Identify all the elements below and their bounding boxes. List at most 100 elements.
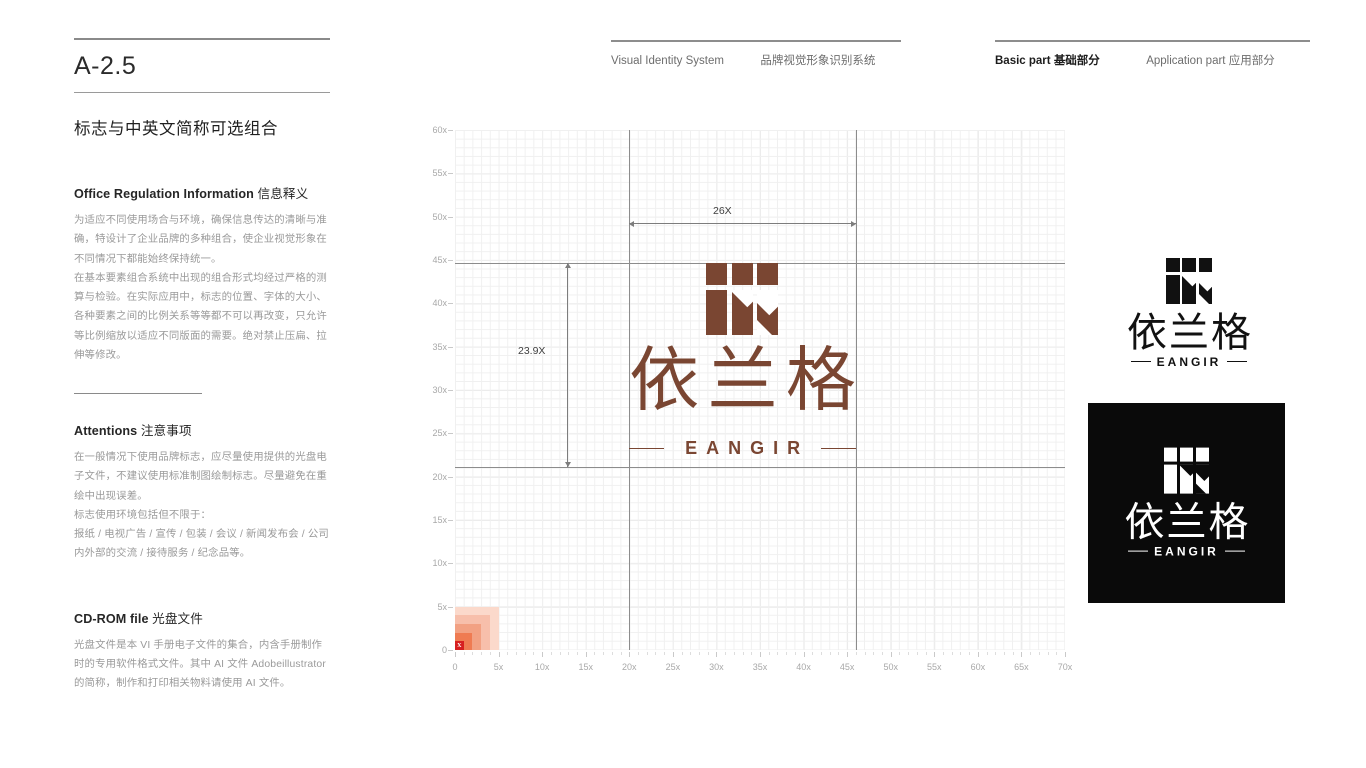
brand-wordmark-en: EANGIR <box>1156 354 1222 369</box>
y-axis-tick <box>448 130 453 131</box>
eangir-grid-mark <box>706 263 779 336</box>
header-tab-basic-cn: 基础部分 <box>1053 55 1100 67</box>
x-axis-label: 20x <box>622 662 637 672</box>
y-axis-tick <box>448 433 453 435</box>
x-axis-tick <box>977 652 979 657</box>
x-axis-tick <box>507 652 509 655</box>
section-title: 标志与中英文简称可选组合 <box>74 120 278 138</box>
logo-lockup-brown: 依 兰 格 EANGIR <box>629 263 856 467</box>
y-axis-label: 50x <box>432 211 447 222</box>
block-heading: Office Regulation Information 信息释义 <box>74 183 330 202</box>
brand-char-2: 兰 <box>1166 499 1207 546</box>
block-heading-cn: 注意事项 <box>137 424 192 438</box>
header-tab-application-part[interactable]: Application part 应用部分 <box>1146 52 1274 68</box>
x-axis-tick <box>542 652 544 657</box>
x-axis-tick <box>672 652 674 657</box>
x-axis-tick <box>725 652 727 655</box>
header-row: Visual Identity System 品牌视觉形象识别系统 <box>611 52 901 68</box>
y-axis-tick <box>448 650 453 651</box>
block-body: 为适应不同使用场合与环境，确保信息传达的清晰与准确，特设计了企业品牌的多种组合，… <box>74 211 330 365</box>
mark-cell-tm <box>1182 258 1196 272</box>
x-axis-tick <box>777 652 779 655</box>
x-axis-label: 55x <box>927 662 942 672</box>
brand-char-1: 依 <box>1124 499 1165 546</box>
x-axis-tick <box>916 652 918 655</box>
mark-notch-br-lower <box>1198 292 1212 304</box>
x-axis-tick <box>829 652 831 655</box>
x-axis-tick <box>899 652 901 655</box>
y-axis-tick <box>448 303 453 305</box>
x-axis-tick <box>855 652 857 655</box>
x-axis-tick <box>1021 652 1023 657</box>
x-axis-tick <box>986 652 988 655</box>
brand-wordmark-en-row: EANGIR <box>629 438 856 459</box>
paragraph: 报纸 / 电视广告 / 宣传 / 包装 / 会议 / 新闻发布会 / 公司内外部… <box>74 529 329 560</box>
y-axis-tick <box>448 520 453 521</box>
y-axis-tick <box>448 216 453 218</box>
paragraph: 标志使用环境包括但不限于： <box>74 509 212 521</box>
brand-char-2: 兰 <box>1169 310 1209 356</box>
mark-notch-br-upper <box>1196 464 1210 481</box>
x-axis-tick <box>925 652 927 655</box>
x-axis-tick <box>969 652 971 655</box>
x-axis-tick <box>760 652 761 657</box>
header-group-system: Visual Identity System 品牌视觉形象识别系统 <box>611 40 901 68</box>
block-body: 在一般情况下使用品牌标志，应尽量使用提供的光盘电子文件，不建议使用标准制图绘制标… <box>74 448 330 564</box>
x-axis-label: 35x <box>752 662 768 672</box>
eangir-rule-right <box>1224 550 1245 552</box>
y-axis-label: 30x <box>432 385 447 395</box>
x-axis-tick <box>568 652 570 655</box>
mark-cell-br <box>1196 464 1210 494</box>
y-axis-tick <box>448 390 453 391</box>
header-tab-basic-en: Basic part <box>995 55 1051 67</box>
x-axis-tick <box>516 652 517 655</box>
header-rule <box>995 40 1310 42</box>
x-axis-tick <box>620 652 622 655</box>
construction-grid: 0 5x 10x 15x 20x 25x 30x 35x 40x 45x 50x 55x 60x 0 5x 1… <box>432 125 1072 672</box>
y-axis-tick <box>448 173 453 175</box>
x-axis-label: 70x <box>1057 662 1073 672</box>
x-axis-tick <box>882 652 883 655</box>
block-body: 光盘文件是本 VI 手册电子文件的集合，内含手册制作时的专用软件格式文件。其中 … <box>74 636 330 694</box>
x-axis-label: 40x <box>796 662 811 672</box>
header-tab-application-cn: 应用部分 <box>1228 55 1275 67</box>
x-axis-tick <box>550 652 552 655</box>
paragraph: 在基本要素组合系统中出现的组合形式均经过严格的测算与检验。在实际应用中，标志的位… <box>74 272 327 361</box>
brand-char-3: 格 <box>1208 499 1249 546</box>
x-axis-tick <box>533 652 535 655</box>
paragraph: 在一般情况下使用品牌标志，应尽量使用提供的光盘电子文件，不建议使用标准制图绘制标… <box>74 452 327 502</box>
x-axis-label: 25x <box>665 662 681 672</box>
block-heading: CD-ROM file 光盘文件 <box>74 608 330 627</box>
dimension-label-26x: 26X <box>713 205 732 217</box>
header-tab-basic-part[interactable]: Basic part 基础部分 <box>995 52 1100 68</box>
brand-char-1: 依 <box>629 339 700 422</box>
y-axis-label: 0 <box>441 645 447 655</box>
x-axis-tick <box>1056 652 1058 655</box>
y-axis-tick <box>448 476 453 478</box>
x-axis-tick <box>699 652 700 655</box>
x-axis-tick <box>908 652 910 655</box>
x-axis-label: 15x <box>578 662 593 672</box>
x-axis-tick <box>629 652 631 657</box>
block-divider-wrap <box>74 393 330 394</box>
x-swatch-1x: X <box>455 641 464 650</box>
x-axis-tick <box>603 652 605 655</box>
y-axis-label: 35x <box>432 341 447 352</box>
x-axis-tick <box>742 652 744 655</box>
section-code-underline <box>74 92 330 93</box>
x-axis-tick <box>463 652 465 655</box>
mark-cell-tr <box>1196 447 1210 462</box>
y-axis-label: 25x <box>432 428 447 439</box>
brand-wordmark-cn: 依 兰 格 <box>1122 499 1252 546</box>
x-axis-tick <box>873 652 875 655</box>
header-rule <box>611 40 901 42</box>
x-axis-tick <box>1065 652 1066 657</box>
y-axis-label: 15x <box>432 515 447 525</box>
y-axis-tick <box>448 606 453 608</box>
mark-cell-tl <box>1166 258 1180 272</box>
x-axis-tick <box>655 652 657 655</box>
x-axis-label: 45x <box>839 662 855 672</box>
brand-wordmark-cn: 依 兰 格 <box>1124 310 1254 356</box>
y-axis-tick <box>448 563 453 565</box>
x-axis-tick <box>751 652 753 655</box>
